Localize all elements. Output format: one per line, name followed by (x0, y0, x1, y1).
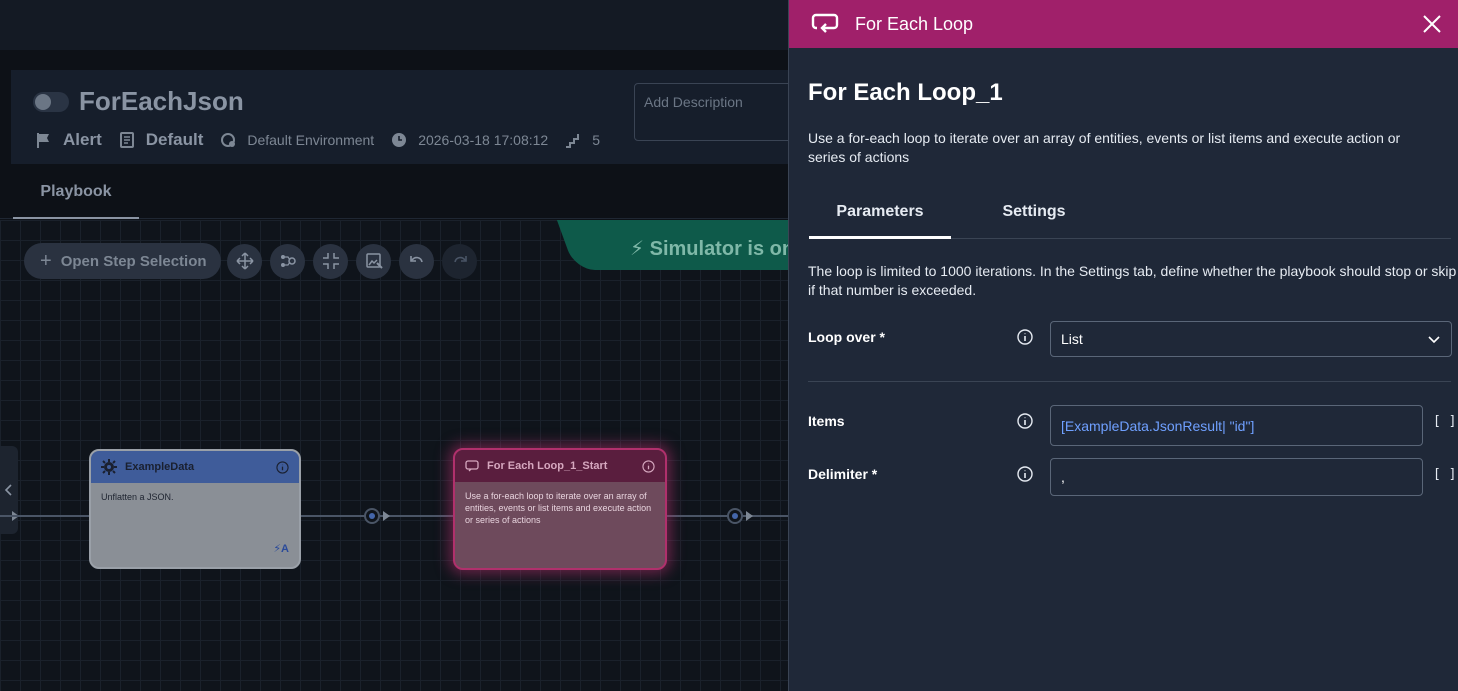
close-button[interactable] (1418, 10, 1446, 38)
playbook-canvas[interactable]: ⚡ Simulator is on + Open Step Selection (0, 220, 790, 691)
priority: Default (118, 130, 204, 150)
alert-type: Alert (35, 130, 102, 150)
panel-header-title: For Each Loop (855, 13, 974, 34)
node-header: ExampleData (91, 451, 299, 483)
info-icon[interactable] (276, 460, 289, 474)
items-label: Items (808, 413, 845, 429)
loop-icon (465, 460, 479, 472)
step-node-for-each-loop-start[interactable]: For Each Loop_1_Start Use a for-each loo… (453, 448, 667, 570)
items-input[interactable]: [ExampleData.JsonResult| "id"] (1050, 405, 1423, 446)
info-icon[interactable] (1017, 329, 1033, 345)
lightning-icon: ⚡ (273, 543, 282, 555)
undo-icon (409, 256, 423, 263)
move-button[interactable] (227, 243, 262, 279)
playbook-enable-toggle[interactable] (33, 92, 69, 112)
tab-parameters[interactable]: Parameters (809, 193, 951, 239)
flag-icon (37, 133, 49, 148)
main-tabs: Playbook (0, 165, 790, 219)
flow-icon (280, 255, 296, 267)
info-icon[interactable] (1017, 413, 1033, 429)
default-label: Default (145, 130, 204, 149)
environment-label: Default Environment (247, 132, 375, 148)
loop-over-value: List (1061, 331, 1083, 347)
node-title: ExampleData (125, 461, 195, 473)
simulator-banner-text[interactable]: ⚡ Simulator is on (630, 236, 790, 261)
step-node-exampledata[interactable]: ExampleData Unflatten a JSON. ⚡A (89, 449, 301, 569)
steps-count-value: 5 (592, 132, 600, 148)
lightning-icon: ⚡ (630, 238, 645, 260)
tab-settings[interactable]: Settings (971, 193, 1097, 239)
node-description: Use a for-each loop to iterate over an a… (465, 491, 652, 525)
close-icon (1423, 15, 1441, 33)
canvas-toolbar: + Open Step Selection (24, 243, 485, 279)
connector-arrow (383, 511, 390, 521)
divider (808, 381, 1451, 382)
clock-icon (392, 133, 407, 147)
steps-icon (566, 134, 580, 148)
playbook-title[interactable]: ForEachJson (79, 86, 244, 117)
fit-view-button[interactable] (313, 243, 348, 279)
export-image-button[interactable] (356, 243, 391, 279)
delimiter-label: Delimiter * (808, 466, 878, 482)
connector-port[interactable] (727, 508, 743, 524)
alert-label: Alert (63, 130, 102, 149)
tab-playbook[interactable]: Playbook (13, 165, 139, 219)
panel-tabs: Parameters Settings (809, 193, 1451, 239)
step-description: Use a for-each loop to iterate over an a… (808, 130, 1401, 165)
open-step-selection-button[interactable]: + Open Step Selection (24, 243, 221, 279)
loop-over-label: Loop over * (808, 329, 886, 345)
step-name[interactable]: For Each Loop_1 (808, 79, 1003, 107)
chevron-left-icon (4, 484, 12, 496)
gear-icon (101, 459, 117, 475)
timestamp: 2026-03-18 17:08:12 (418, 132, 549, 148)
node-header: For Each Loop_1_Start (455, 450, 665, 482)
loop-icon (811, 13, 839, 33)
simulator-badge: ⚡A (273, 543, 289, 555)
panel-header: For Each Loop (789, 0, 1458, 48)
steps-count: 5 (564, 131, 600, 149)
undo-button[interactable] (399, 243, 434, 279)
arrange-button[interactable] (270, 243, 305, 279)
node-description: Unflatten a JSON. (101, 492, 174, 502)
playbook-meta: Alert Default Default Environment 2026-0… (35, 130, 616, 150)
items-placeholder-picker[interactable]: [ ] (1433, 414, 1456, 429)
playbook-header: ForEachJson Alert Default Default Enviro… (11, 70, 834, 164)
image-edit-icon (365, 253, 383, 269)
iteration-limit-note: The loop is limited to 1000 iterations. … (808, 263, 1457, 298)
chevron-down-icon (1428, 336, 1440, 344)
loop-over-select[interactable]: List (1050, 321, 1452, 357)
plus-icon: + (40, 249, 52, 272)
redo-icon (453, 256, 467, 263)
delimiter-input[interactable]: , (1050, 458, 1423, 496)
document-icon (119, 132, 134, 148)
info-icon[interactable] (642, 459, 655, 473)
environment: Default Environment (219, 131, 374, 149)
last-modified: 2026-03-18 17:08:12 (390, 131, 548, 149)
connector-port[interactable] (364, 508, 380, 524)
environment-icon (221, 133, 236, 147)
connector-arrow (746, 511, 753, 521)
step-config-panel: For Each Loop For Each Loop_1 Use a for-… (788, 0, 1458, 691)
redo-button[interactable] (442, 243, 477, 279)
connector-line (0, 515, 90, 517)
collapse-icon (322, 253, 339, 269)
move-icon (235, 252, 254, 270)
info-icon[interactable] (1017, 466, 1033, 482)
node-title: For Each Loop_1_Start (487, 460, 608, 472)
delimiter-placeholder-picker[interactable]: [ ] (1433, 467, 1456, 482)
